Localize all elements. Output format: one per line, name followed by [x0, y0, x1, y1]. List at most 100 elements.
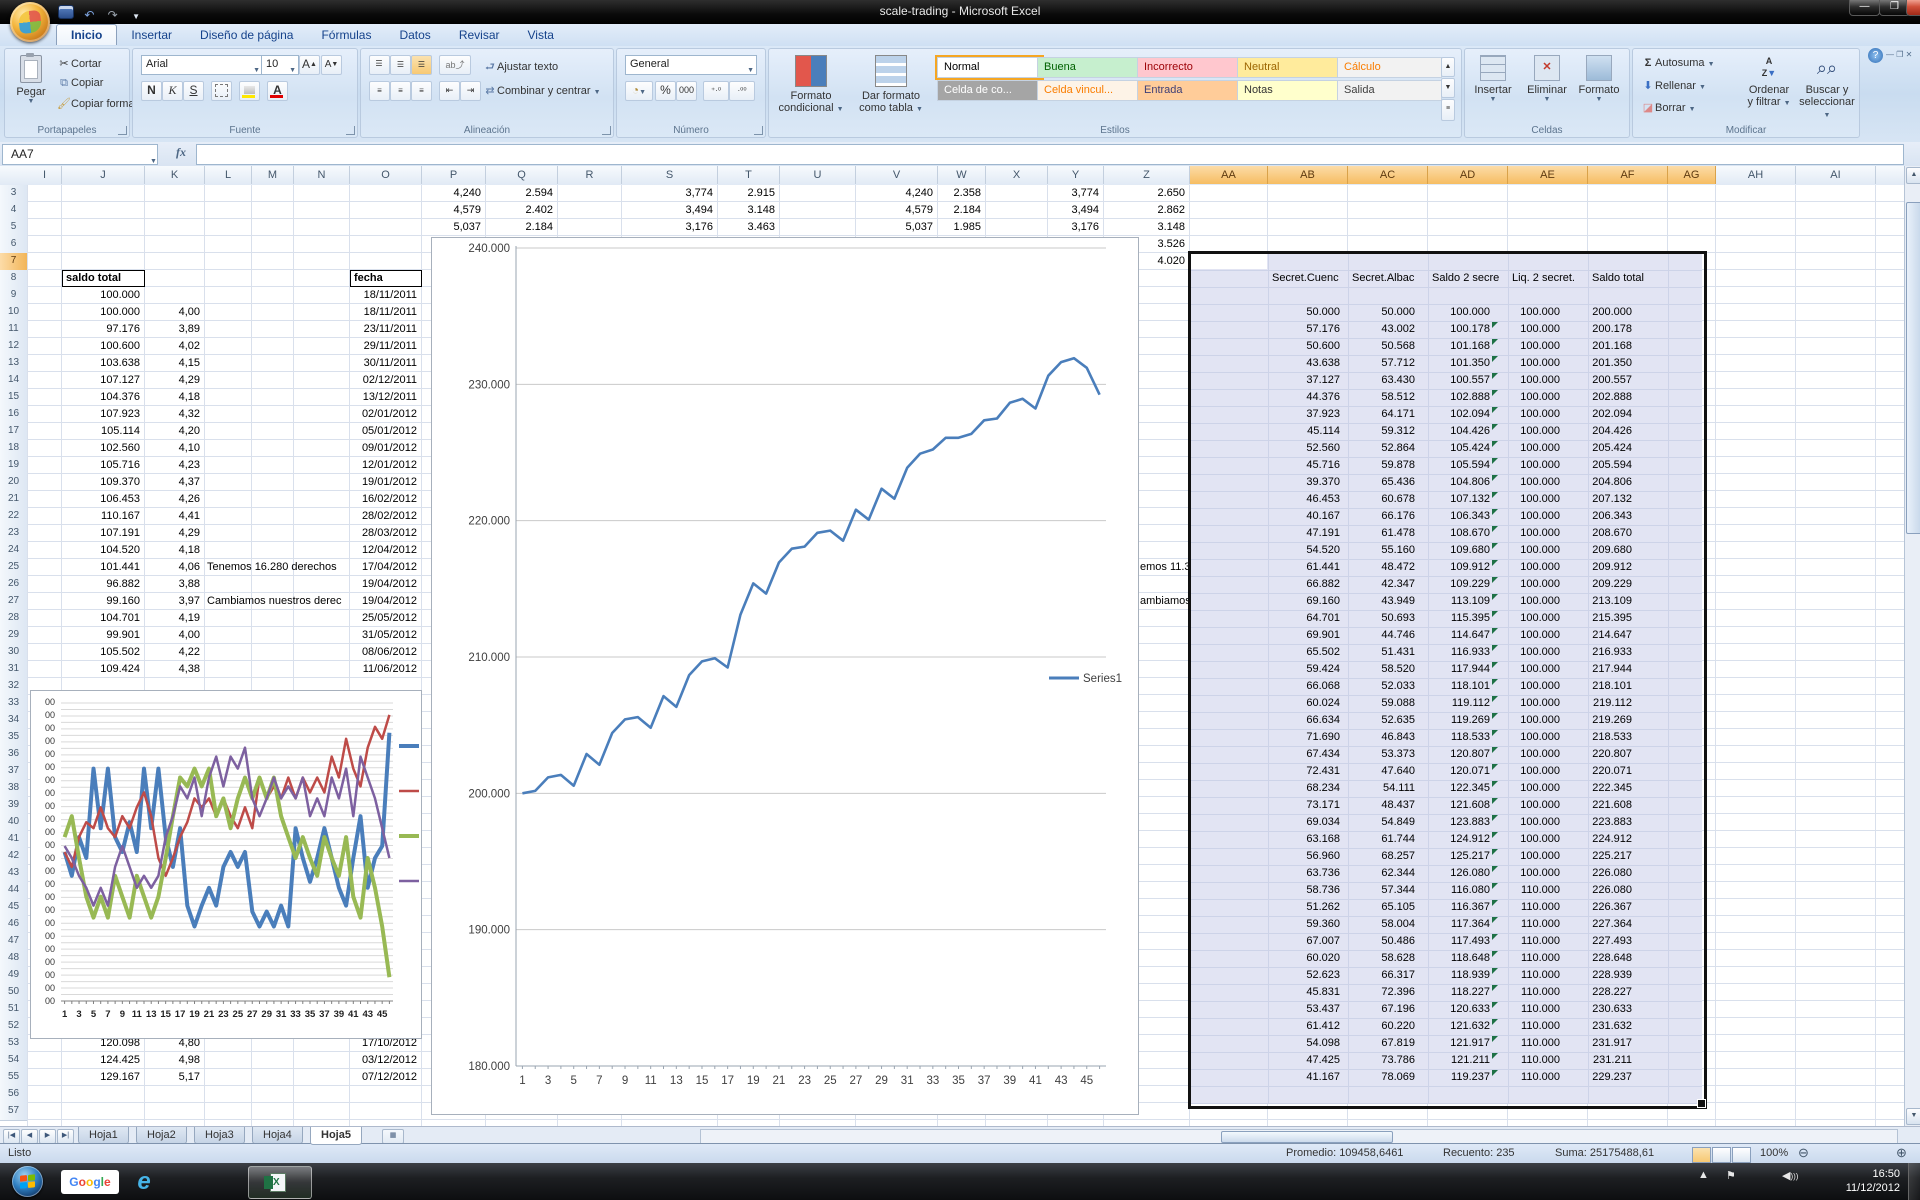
cell-J26[interactable]: 96.882 — [64, 576, 140, 593]
format-cells-button[interactable]: Formato▼ — [1573, 53, 1625, 125]
row-header-14[interactable]: 14 — [0, 372, 28, 390]
cell-Q5[interactable]: 2.184 — [488, 219, 553, 236]
tab-diseño-de-página[interactable]: Diseño de página — [186, 25, 307, 45]
cell-K18[interactable]: 4,10 — [147, 440, 200, 457]
row-header-53[interactable]: 53 — [0, 1035, 28, 1053]
cell-O21[interactable]: 16/02/2012 — [352, 491, 417, 508]
help-icon[interactable]: ? — [1868, 48, 1883, 63]
cell-J13[interactable]: 103.638 — [64, 355, 140, 372]
row-header-28[interactable]: 28 — [0, 610, 28, 628]
cell-O31[interactable]: 11/06/2012 — [352, 661, 417, 678]
cell-K19[interactable]: 4,23 — [147, 457, 200, 474]
row-header-32[interactable]: 32 — [0, 678, 28, 696]
cell-S5[interactable]: 3,176 — [624, 219, 713, 236]
column-header-R[interactable]: R — [558, 166, 622, 184]
row-header-12[interactable]: 12 — [0, 338, 28, 356]
cell-O10[interactable]: 18/11/2011 — [352, 304, 417, 321]
cell-K25[interactable]: 4,06 — [147, 559, 200, 576]
column-header-P[interactable]: P — [422, 166, 486, 184]
number-format-combo[interactable]: General▼ — [625, 55, 757, 75]
cell-K30[interactable]: 4,22 — [147, 644, 200, 661]
undo-icon[interactable]: ↶ — [79, 6, 99, 24]
align-center-button[interactable]: ≡ — [390, 81, 411, 101]
cell-Z3[interactable]: 2.650 — [1106, 185, 1185, 202]
cell-K10[interactable]: 4,00 — [147, 304, 200, 321]
cell-J31[interactable]: 109.424 — [64, 661, 140, 678]
start-button[interactable] — [12, 1166, 43, 1197]
fill-handle[interactable] — [1697, 1099, 1706, 1108]
close-button[interactable]: ✕ — [1906, 0, 1920, 16]
cell-J55[interactable]: 129.167 — [64, 1069, 140, 1086]
cell-T3[interactable]: 2.915 — [720, 185, 775, 202]
row-header-34[interactable]: 34 — [0, 712, 28, 730]
cell-P4[interactable]: 4,579 — [424, 202, 481, 219]
cell-K22[interactable]: 4,41 — [147, 508, 200, 525]
column-header-Q[interactable]: Q — [486, 166, 558, 184]
shrink-font-button[interactable]: A▼ — [321, 55, 342, 75]
next-sheet-icon[interactable]: ▶ — [39, 1129, 56, 1144]
cell-T5[interactable]: 3.463 — [720, 219, 775, 236]
row-header-54[interactable]: 54 — [0, 1052, 28, 1070]
cell-W3[interactable]: 2.358 — [940, 185, 981, 202]
row-header-17[interactable]: 17 — [0, 423, 28, 441]
row-header-25[interactable]: 25 — [0, 559, 28, 577]
cell-K20[interactable]: 4,37 — [147, 474, 200, 491]
thousands-button[interactable]: 000 — [676, 81, 697, 101]
horizontal-scroll-thumb[interactable] — [1221, 1131, 1393, 1143]
row-header-8[interactable]: 8 — [0, 270, 28, 288]
cell-K11[interactable]: 3,89 — [147, 321, 200, 338]
column-header-AG[interactable]: AG — [1668, 166, 1716, 184]
cell-J29[interactable]: 99.901 — [64, 627, 140, 644]
cell-J28[interactable]: 104.701 — [64, 610, 140, 627]
cell-K21[interactable]: 4,26 — [147, 491, 200, 508]
cell-K55[interactable]: 5,17 — [147, 1069, 200, 1086]
cell-J54[interactable]: 124.425 — [64, 1052, 140, 1069]
style-chip-entrada[interactable]: Entrada — [1137, 80, 1242, 101]
merge-center-button[interactable]: ⇄Combinar y centrar ▼ — [483, 84, 601, 97]
cell-V5[interactable]: 5,037 — [858, 219, 933, 236]
column-header-AD[interactable]: AD — [1428, 166, 1508, 184]
cell-J23[interactable]: 107.191 — [64, 525, 140, 542]
gallery-scroll[interactable]: ▲ ▼ ≡ — [1441, 57, 1455, 121]
cell-O22[interactable]: 28/02/2012 — [352, 508, 417, 525]
cell-K16[interactable]: 4,32 — [147, 406, 200, 423]
cell-O19[interactable]: 12/01/2012 — [352, 457, 417, 474]
row-header-44[interactable]: 44 — [0, 882, 28, 900]
cell-O54[interactable]: 03/12/2012 — [352, 1052, 417, 1069]
cell-J8[interactable]: saldo total — [62, 270, 145, 287]
cell-K23[interactable]: 4,29 — [147, 525, 200, 542]
cell-W4[interactable]: 2.184 — [940, 202, 981, 219]
first-sheet-icon[interactable]: |◀ — [3, 1129, 20, 1144]
cell-Y3[interactable]: 3,774 — [1050, 185, 1099, 202]
cell-K15[interactable]: 4,18 — [147, 389, 200, 406]
dialog-launcher[interactable] — [346, 126, 355, 135]
style-chip-neutral[interactable]: Neutral — [1237, 57, 1342, 78]
row-header-36[interactable]: 36 — [0, 746, 28, 764]
action-center-flag-icon[interactable]: ⚑ — [1726, 1169, 1736, 1200]
cell-O14[interactable]: 02/12/2011 — [352, 372, 417, 389]
workbook-window-controls[interactable]: — ❐ ✕ — [1886, 50, 1916, 61]
align-bottom-button[interactable]: ☰ — [411, 55, 432, 75]
cell-T4[interactable]: 3.148 — [720, 202, 775, 219]
increase-decimal-button[interactable]: ⁺·⁰ — [703, 81, 729, 101]
style-chip-normal[interactable]: Normal — [937, 57, 1042, 78]
vertical-scrollbar[interactable]: ▲ ▼ — [1904, 166, 1920, 1126]
row-header-29[interactable]: 29 — [0, 627, 28, 645]
style-chip-celdavincul[interactable]: Celda vincul... — [1037, 80, 1142, 101]
cell-P3[interactable]: 4,240 — [424, 185, 481, 202]
column-header-AA[interactable]: AA — [1190, 166, 1268, 184]
font-family-combo[interactable]: Arial▼ — [141, 55, 263, 75]
cell-Q4[interactable]: 2.402 — [488, 202, 553, 219]
orientation-button[interactable]: ab⤴ — [439, 55, 471, 75]
row-header-21[interactable]: 21 — [0, 491, 28, 509]
taskbar-excel-button[interactable]: X — [248, 1166, 312, 1199]
style-chip-notas[interactable]: Notas — [1237, 80, 1342, 101]
cell-J20[interactable]: 109.370 — [64, 474, 140, 491]
grow-font-button[interactable]: A▲ — [299, 55, 320, 75]
cell-J15[interactable]: 104.376 — [64, 389, 140, 406]
cell-K13[interactable]: 4,15 — [147, 355, 200, 372]
scroll-down-icon[interactable]: ▼ — [1906, 1108, 1920, 1125]
column-header-N[interactable]: N — [294, 166, 350, 184]
tab-datos[interactable]: Datos — [385, 25, 444, 45]
style-chip-incorrecto[interactable]: Incorrecto — [1137, 57, 1242, 78]
